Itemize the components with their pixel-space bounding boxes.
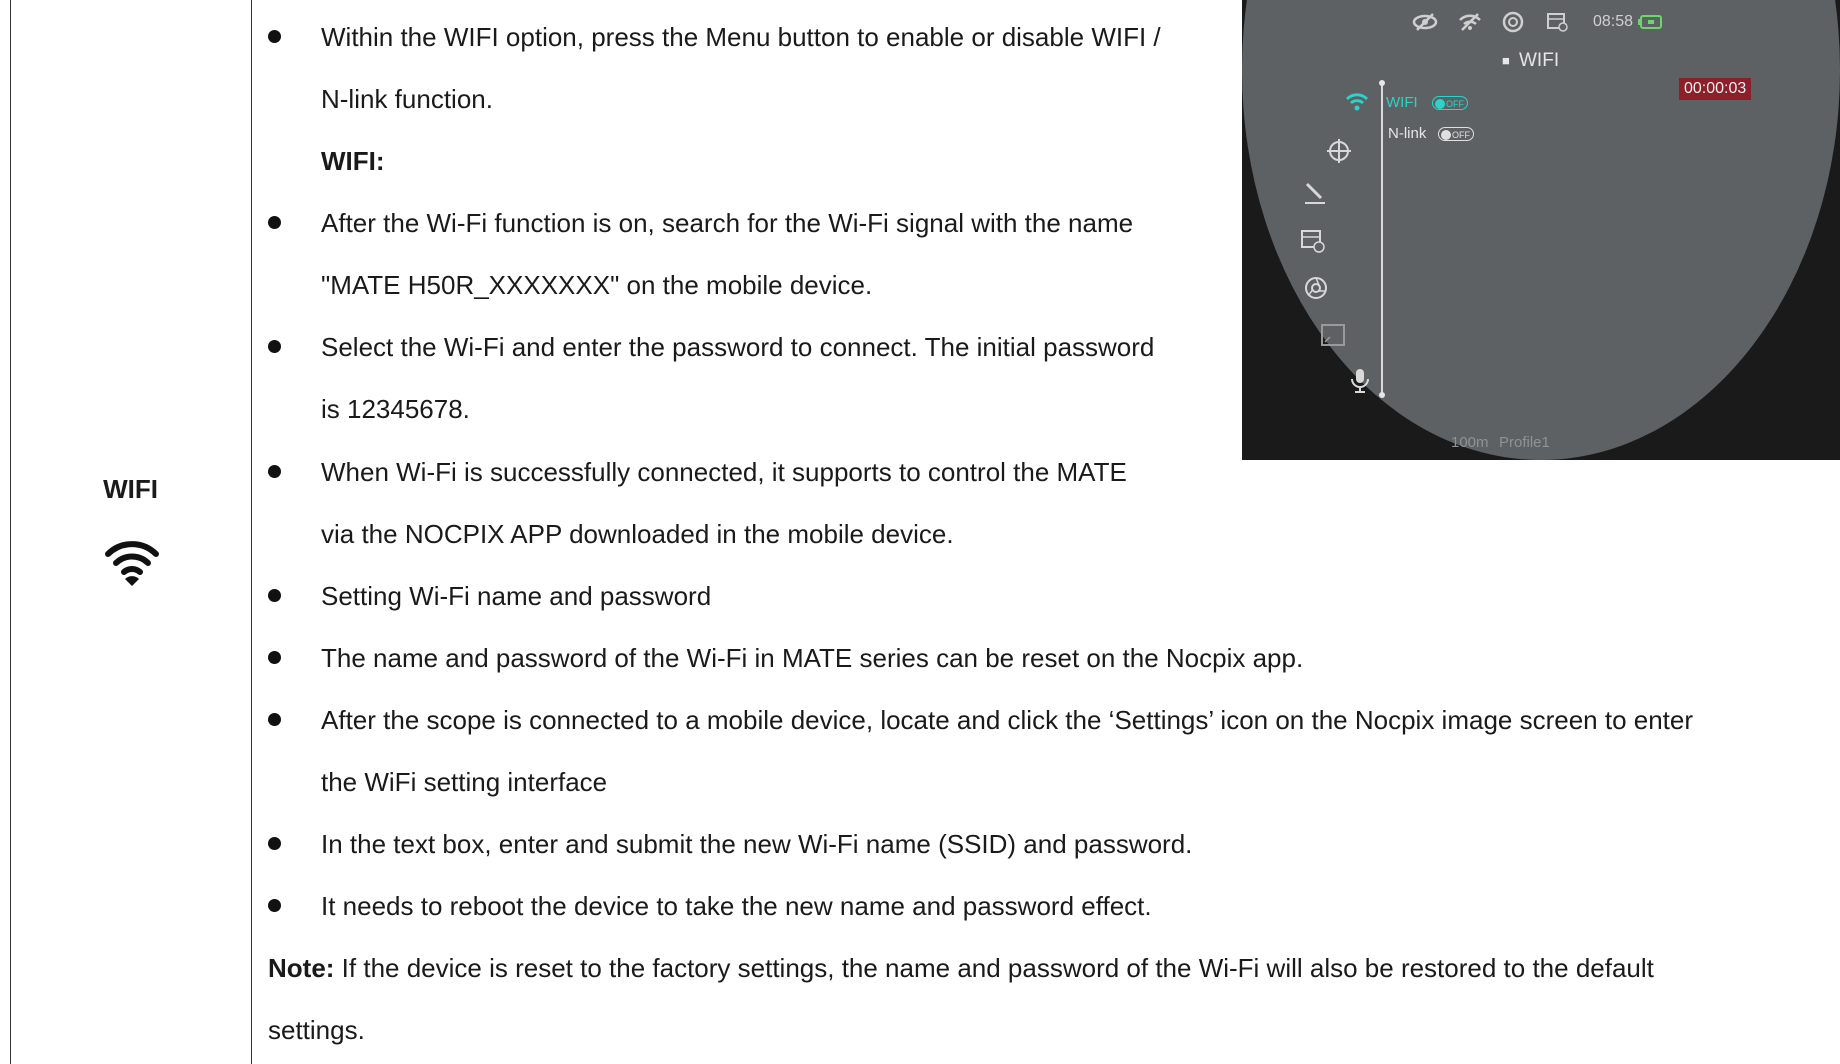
mic-icon — [1349, 367, 1371, 400]
aperture-status-icon — [1502, 11, 1524, 38]
feature-title: WIFI — [103, 474, 158, 504]
nlink-toggle-label: OFF — [1452, 130, 1470, 140]
menu-dot: ■ — [1502, 53, 1510, 68]
wifi-menu-label: WIFI — [1386, 94, 1418, 111]
crosshair-icon — [1326, 138, 1352, 169]
bullet-marker — [268, 30, 281, 43]
device-screen-image: 08:58 ■ WIFI 00:00:03 WIFI OFF N-link OF… — [1242, 0, 1840, 460]
text-line: is 12345678. — [321, 394, 470, 424]
note-line: Note: If the device is reset to the fact… — [268, 952, 1654, 984]
bullet-marker — [268, 651, 281, 664]
text-line: The name and password of the Wi-Fi in MA… — [321, 643, 1304, 673]
text-line: After the Wi-Fi function is on, search f… — [321, 208, 1134, 238]
note-line-2: settings. — [268, 1015, 365, 1045]
text-line: Select the Wi-Fi and enter the password … — [321, 332, 1155, 362]
nlink-menu-item: N-link — [1388, 125, 1426, 142]
bullet-marker — [268, 837, 281, 850]
recording-timer: 00:00:03 — [1679, 78, 1752, 100]
wifi-toggle[interactable]: OFF — [1432, 96, 1468, 110]
battery-icon — [1638, 14, 1664, 35]
text-line: Within the WIFI option, press the Menu b… — [321, 22, 1161, 52]
distance-readout: 100m — [1451, 434, 1489, 451]
wifi-toggle-label: OFF — [1446, 99, 1464, 109]
wifi-icon — [104, 536, 160, 588]
clock-time: 08:58 — [1593, 13, 1634, 30]
nlink-toggle[interactable]: OFF — [1438, 127, 1474, 141]
nlink-menu-label: N-link — [1388, 125, 1427, 142]
bullet-marker — [268, 216, 281, 229]
menu-track — [1381, 82, 1383, 396]
wifi-off-icon — [1458, 12, 1482, 37]
film-icon — [1300, 228, 1326, 259]
menu-track-top — [1379, 80, 1385, 86]
text-line: Setting Wi-Fi name and password — [321, 581, 712, 611]
menu-track-bottom — [1379, 392, 1385, 398]
section-heading: WIFI: — [321, 146, 385, 176]
wifi-menu-item: WIFI — [1386, 94, 1418, 111]
wifi-toggle-knob — [1435, 98, 1445, 109]
bullet-marker — [268, 589, 281, 602]
aperture-icon — [1303, 275, 1329, 306]
bullet-marker — [268, 465, 281, 478]
bullet-marker — [268, 340, 281, 353]
text-line: via the NOCPIX APP downloaded in the mob… — [321, 519, 954, 549]
text-line: After the scope is connected to a mobile… — [321, 705, 1694, 735]
text-line: When Wi-Fi is successfully connected, it… — [321, 457, 1127, 487]
note-label: Note: — [268, 953, 335, 983]
wifi-icon — [1345, 91, 1369, 116]
text-line: the WiFi setting interface — [321, 767, 608, 797]
profile-readout: Profile1 — [1499, 434, 1550, 451]
film-status-icon — [1546, 11, 1568, 38]
nlink-toggle-knob — [1441, 129, 1451, 140]
menu-title: WIFI — [1519, 50, 1560, 71]
bullet-marker — [268, 899, 281, 912]
frame-icon — [1320, 323, 1346, 352]
bullet-marker — [268, 713, 281, 726]
text-line: N-link function. — [321, 84, 493, 114]
note-text: If the device is reset to the factory se… — [341, 953, 1654, 983]
feature-cell: WIFI — [10, 0, 251, 1064]
eye-off-icon — [1412, 12, 1438, 37]
text-line: It needs to reboot the device to take th… — [321, 891, 1152, 921]
text-line: In the text box, enter and submit the ne… — [321, 829, 1193, 859]
text-line: "MATE H50R_XXXXXXX" on the mobile device… — [321, 270, 873, 300]
pen-icon — [1302, 180, 1328, 211]
